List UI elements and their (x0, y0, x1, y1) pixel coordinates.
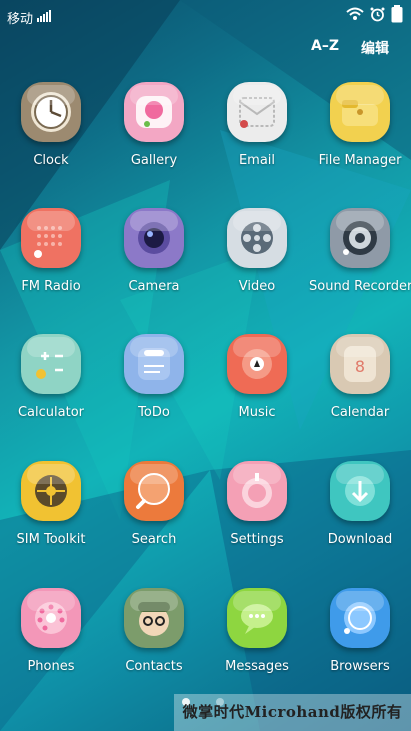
chat-bubble-icon (227, 588, 287, 648)
calendar-icon: 8 (330, 334, 390, 394)
battery-icon (391, 5, 403, 23)
carrier-name: 移动 (7, 12, 34, 27)
app-label: Camera (128, 279, 180, 294)
app-label: Email (238, 153, 276, 168)
status-bar: 移动 (0, 0, 411, 32)
app-calendar[interactable]: 8 Calendar (309, 334, 411, 420)
svg-text:8: 8 (355, 357, 365, 376)
download-icon (330, 461, 390, 521)
app-messages[interactable]: Messages (206, 588, 308, 674)
app-label: Gallery (130, 153, 178, 168)
app-label: Phones (27, 659, 75, 674)
app-file-manager[interactable]: File Manager (309, 82, 411, 168)
app-todo[interactable]: ToDo (103, 334, 205, 420)
gallery-icon (124, 82, 184, 142)
app-search[interactable]: Search (103, 461, 205, 547)
app-label: Browsers (330, 659, 390, 674)
app-label: Music (238, 405, 276, 420)
watermark: 微掌时代Microhand版权所有 (174, 694, 411, 731)
app-label: Search (131, 532, 177, 547)
film-reel-icon (227, 208, 287, 268)
notebook-icon (124, 334, 184, 394)
app-music[interactable]: Music (206, 334, 308, 420)
calculator-icon (21, 334, 81, 394)
sort-az-button[interactable]: A–Z (311, 38, 339, 58)
folder-icon (330, 82, 390, 142)
app-contacts[interactable]: Contacts (103, 588, 205, 674)
app-label: File Manager (318, 153, 402, 168)
music-icon (227, 334, 287, 394)
app-phones[interactable]: Phones (0, 588, 102, 674)
globe-icon (330, 588, 390, 648)
clock-icon (21, 82, 81, 142)
alarm-icon (370, 7, 385, 21)
app-browsers[interactable]: Browsers (309, 588, 411, 674)
app-settings[interactable]: Settings (206, 461, 308, 547)
app-label: ToDo (138, 405, 170, 420)
wifi-icon (346, 7, 364, 20)
contact-face-icon (124, 588, 184, 648)
radio-icon (21, 208, 81, 268)
app-label: Sound Recorder (309, 279, 411, 294)
app-sound-recorder[interactable]: Sound Recorder (309, 208, 411, 294)
app-label: Messages (225, 659, 289, 674)
app-sim-toolkit[interactable]: SIM Toolkit (0, 461, 102, 547)
app-label: Calendar (330, 405, 390, 420)
magnifier-icon (124, 461, 184, 521)
app-email[interactable]: Email (206, 82, 308, 168)
camera-icon (124, 208, 184, 268)
app-fm-radio[interactable]: FM Radio (0, 208, 102, 294)
sim-card-icon (21, 461, 81, 521)
app-download[interactable]: Download (309, 461, 411, 547)
app-calculator[interactable]: Calculator (0, 334, 102, 420)
app-label: Video (238, 279, 276, 294)
app-label: Download (327, 532, 393, 547)
app-label: SIM Toolkit (16, 532, 86, 547)
email-icon (227, 82, 287, 142)
app-clock[interactable]: Clock (0, 82, 102, 168)
app-label: Contacts (125, 659, 183, 674)
app-gallery[interactable]: Gallery (103, 82, 205, 168)
top-actions: A–Z 编辑 (311, 38, 389, 58)
app-video[interactable]: Video (206, 208, 308, 294)
gear-icon (227, 461, 287, 521)
recorder-icon (330, 208, 390, 268)
app-label: Clock (33, 153, 69, 168)
app-camera[interactable]: Camera (103, 208, 205, 294)
app-label: Settings (230, 532, 284, 547)
edit-button[interactable]: 编辑 (361, 38, 389, 58)
signal-strength-icon (37, 8, 51, 22)
app-label: FM Radio (21, 279, 81, 294)
app-label: Calculator (17, 405, 84, 420)
rotary-phone-icon (21, 588, 81, 648)
